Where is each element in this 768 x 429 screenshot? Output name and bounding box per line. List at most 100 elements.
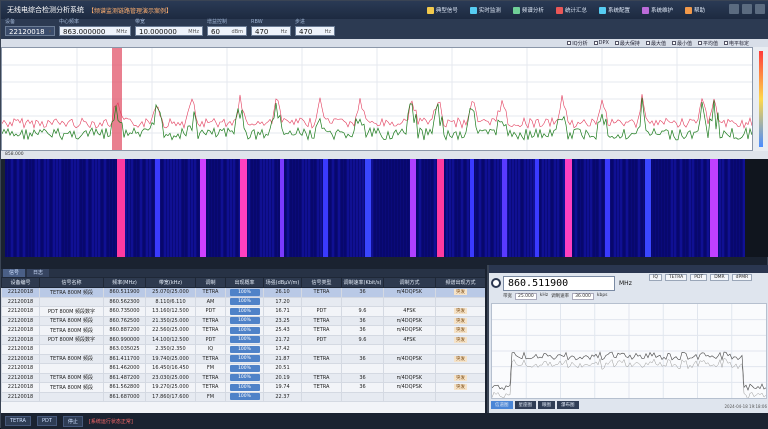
toggle-avg[interactable]: 平均值 [697, 40, 718, 47]
detail-bandwidth-value[interactable]: 25.000 [515, 293, 537, 300]
toggle-iq[interactable]: IQ分析 [567, 40, 588, 47]
table-row[interactable]: 22120018 TETRA 800M 频段 860.762500 21.350/25… [1, 315, 485, 326]
param-device: 设备 22120018 ▾ [5, 19, 55, 36]
tab-waterfall[interactable]: 瀑布图 [557, 401, 579, 409]
table-row[interactable]: 22120018 861.687000 17.860/17.600 FM 100% 22.… [1, 391, 485, 402]
column-header[interactable]: 调制 [195, 277, 226, 288]
minimize-icon[interactable] [729, 4, 739, 14]
tab-log[interactable]: 日志 [27, 269, 50, 277]
table-cell: 23.25 [263, 315, 302, 326]
waterfall-column [737, 159, 739, 257]
waterfall-column [173, 159, 175, 257]
table-row[interactable]: 22120018 TETRA 800M 频段 860.511900 25.070/25… [1, 287, 485, 298]
tab-constellation[interactable]: 星座图 [514, 401, 536, 409]
probability-badge: 100% [229, 383, 260, 391]
detail-spectrum-chart[interactable] [491, 303, 767, 401]
nav-typical-signal[interactable]: 典型信号 [423, 4, 462, 16]
waterfall-column [50, 159, 52, 257]
table-row[interactable]: 22120018 TETRA 800M 频段 861.487200 23.030/25… [1, 372, 485, 383]
waterfall-column [29, 159, 31, 257]
table-row[interactable]: 22120018 TETRA 800M 频段 861.562800 19.270/25… [1, 382, 485, 393]
power-icon[interactable] [491, 278, 501, 288]
rbw-input[interactable]: 470 Hz [251, 26, 291, 36]
column-header[interactable]: 信号名称 [39, 277, 104, 288]
table-row[interactable]: 22120018 PDT 800M 频段数字 860.990000 14.100/12… [1, 334, 485, 345]
center-frequency-input[interactable]: 863.000000 MHz [59, 26, 131, 36]
table-cell: TETRA [195, 382, 226, 393]
param-bandwidth: 带宽 10.000000 MHz [135, 19, 203, 36]
waterfall-column [251, 159, 253, 257]
table-cell: 22120018 [1, 315, 40, 326]
tab-eye[interactable]: 眼图 [538, 401, 555, 409]
toggle-level[interactable]: 电平标定 [723, 40, 749, 47]
nav-system-config[interactable]: 系统配置 [595, 4, 634, 16]
table-row[interactable]: 22120018 TETRA 800M 频段 860.887200 22.560/25… [1, 325, 485, 336]
close-icon[interactable] [755, 4, 765, 14]
waterfall-column [125, 159, 127, 257]
column-header[interactable]: 频率(MHz) [103, 277, 146, 288]
table-cell: 4FSK [383, 334, 436, 345]
probability-badge: 100% [229, 364, 260, 372]
column-header[interactable]: 信号类型 [301, 277, 342, 288]
waterfall-column [161, 159, 163, 257]
table-row[interactable]: 22120018 TETRA 800M 频段 861.411700 19.740/25… [1, 353, 485, 364]
spectrum-icon [512, 6, 520, 14]
toggle-dpx[interactable]: DPX [593, 40, 609, 46]
table-cell: π/4DQPSK [383, 315, 436, 326]
table-cell: TETRA [301, 315, 342, 326]
mode-dpmr[interactable]: dPMR [731, 274, 753, 281]
table-row[interactable]: 22120018 PDT 800M 频段数字 860.735000 13.160/12… [1, 306, 485, 317]
column-header[interactable]: 场强(dBμV/m) [263, 277, 302, 288]
mode-pdt[interactable]: PDT [690, 274, 708, 281]
column-header[interactable]: 带宽(kHz) [145, 277, 196, 288]
waterfall-column [497, 159, 499, 257]
toggle-min[interactable]: 最小值 [671, 40, 692, 47]
tab-channel[interactable]: 信道图 [491, 401, 513, 409]
detail-rate-value[interactable]: 36.000 [572, 293, 594, 300]
filter-pdt[interactable]: PDT [36, 416, 57, 426]
nav-system-maintenance[interactable]: 系统维护 [638, 4, 677, 16]
filter-tetra[interactable]: TETRA [5, 416, 31, 426]
nav-statistics[interactable]: 统计汇总 [552, 4, 591, 16]
column-header[interactable]: 出现概率 [225, 277, 264, 288]
column-header[interactable]: 调制方式 [383, 277, 436, 288]
table-row[interactable]: 22120018 860.562300 8.110/6.110 AM 100% 17.20 [1, 296, 485, 307]
column-header[interactable]: 频谱出现方式 [435, 277, 485, 288]
waterfall-display[interactable] [5, 159, 745, 257]
step-input[interactable]: 470 Hz [295, 26, 335, 36]
waterfall-column [164, 159, 166, 257]
bandwidth-input[interactable]: 10.000000 MHz [135, 26, 203, 36]
mode-dmr[interactable]: DMR [710, 274, 729, 281]
spectrum-level-bar[interactable] [753, 47, 768, 151]
nav-realtime-monitor[interactable]: 实时监测 [466, 4, 505, 16]
column-header[interactable]: 设备编号 [1, 277, 40, 288]
waterfall-column [275, 159, 277, 257]
waterfall-column [395, 159, 397, 257]
column-header[interactable]: 调制速率(Kbit/s) [341, 277, 384, 288]
burst-tag: 突发 [454, 355, 467, 362]
signal-table: 设备编号 信号名称 频率(MHz) 带宽(kHz) 调制 出现概率 场强(dBμV/m) 信号… [1, 277, 485, 413]
table-cell: 22120018 [1, 287, 40, 298]
maximize-icon[interactable] [742, 4, 752, 14]
spectrum-svg [1, 48, 753, 150]
nav-spectrum-analysis[interactable]: 频谱分析 [509, 4, 548, 16]
table-row[interactable]: 22120018 863.035025 2.350/2.350 IQ 100% 17.42 [1, 344, 485, 355]
mode-tetra[interactable]: TETRA [664, 274, 688, 281]
waterfall-column [731, 159, 733, 257]
toggle-max-hold[interactable]: 最大保持 [614, 40, 640, 47]
table-row[interactable]: 22120018 861.462000 16.450/16.450 FM 100% 20.… [1, 363, 485, 374]
table-cell [383, 296, 436, 307]
signal-marker[interactable] [112, 48, 122, 150]
toggle-max[interactable]: 最大值 [645, 40, 666, 47]
waterfall-column [218, 159, 220, 257]
waterfall-column [68, 159, 70, 257]
device-select[interactable]: 22120018 ▾ [5, 26, 55, 36]
gain-input[interactable]: 60 dBm [207, 26, 247, 36]
spectrum-plot[interactable] [1, 47, 753, 151]
table-cell [383, 363, 436, 374]
tab-signal[interactable]: 信号 [3, 269, 26, 277]
stop-button[interactable]: 停止 [62, 415, 83, 427]
nav-help[interactable]: 帮助 [681, 4, 709, 16]
waterfall-column [260, 159, 262, 257]
mode-iq[interactable]: IQ [649, 274, 662, 281]
